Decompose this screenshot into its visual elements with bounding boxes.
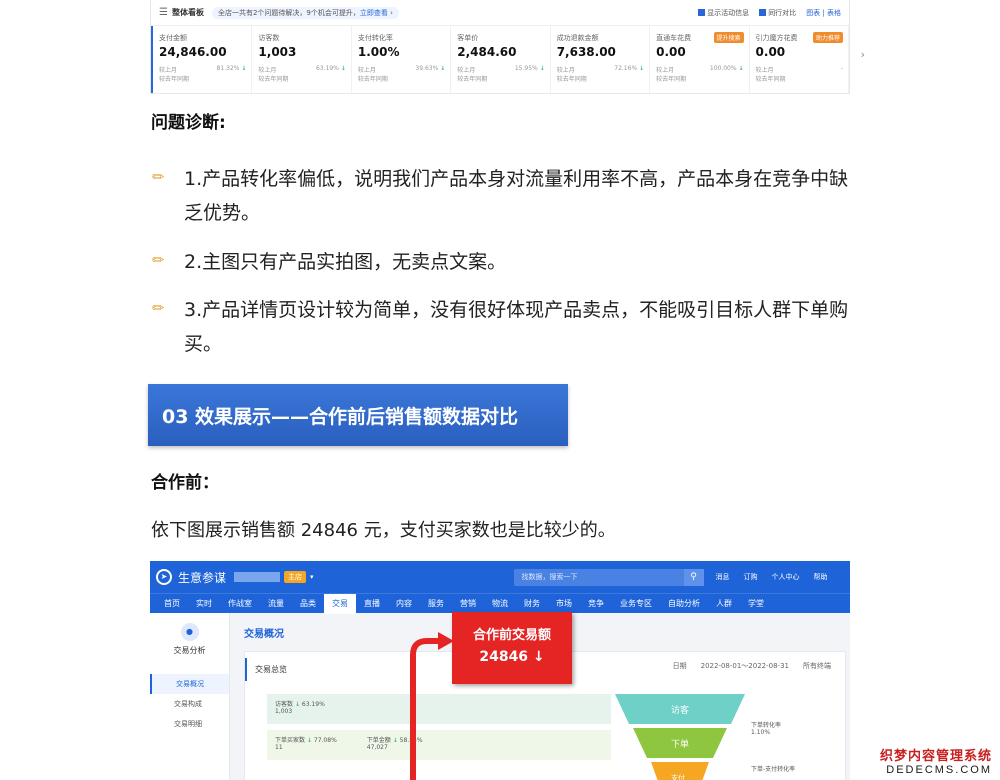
before-sales-callout: 合作前交易额 24846 ↓ bbox=[452, 612, 572, 684]
watermark: 织梦内容管理系统 DEDECMS.COM bbox=[880, 745, 992, 776]
callout-title: 合作前交易额 bbox=[472, 628, 551, 643]
arrow-line bbox=[410, 638, 440, 780]
watermark-line2: DEDECMS.COM bbox=[886, 764, 992, 776]
watermark-line1: 织梦内容管理系统 bbox=[879, 748, 992, 763]
callout-value: 24846 ↓ bbox=[479, 649, 545, 665]
